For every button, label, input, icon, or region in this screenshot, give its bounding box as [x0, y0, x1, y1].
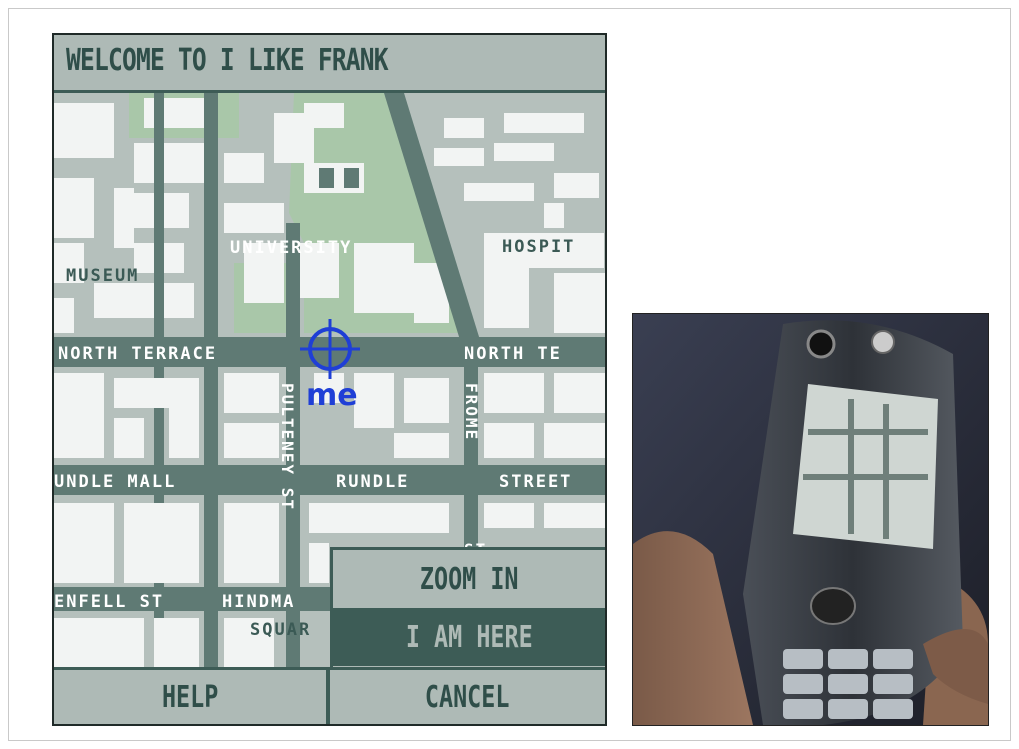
phone-photo-illustration [633, 314, 988, 725]
i-am-here-button[interactable]: I AM HERE [333, 608, 605, 666]
label-rundle-mall: UNDLE MALL [54, 472, 176, 492]
label-university: UNIVERSITY [230, 238, 352, 258]
zoom-in-button[interactable]: ZOOM IN [333, 550, 605, 608]
phone-display [793, 384, 938, 549]
help-button[interactable]: HELP [54, 670, 330, 724]
phone-screen: WELCOME TO I LIKE FRANK UNIVERSITY HOSPI… [52, 33, 607, 726]
logo-icon [871, 330, 895, 354]
label-square: SQUAR [250, 620, 311, 640]
keypad-keys [783, 649, 913, 719]
label-north-terrace: NORTH TERRACE [58, 344, 217, 364]
screen-title: WELCOME TO I LIKE FRANK [66, 43, 389, 78]
label-rundle: RUNDLE [336, 472, 409, 492]
popup-menu: ZOOM IN I AM HERE [330, 547, 605, 667]
title-bar: WELCOME TO I LIKE FRANK [54, 35, 605, 93]
phone-photo [632, 313, 989, 726]
label-pulteney: PULTENEY ST [278, 383, 297, 511]
label-grenfell: ENFELL ST [54, 592, 164, 612]
camera-lens-icon [806, 329, 836, 359]
label-street: STREET [499, 472, 572, 492]
label-museum: MUSEUM [66, 266, 139, 286]
label-hindmarsh: HINDMA [222, 592, 295, 612]
label-north-terrace-east: NORTH TE [464, 344, 562, 364]
softkey-bar: HELP CANCEL [54, 667, 605, 724]
cancel-button[interactable]: CANCEL [330, 670, 605, 724]
nav-key-icon [810, 587, 856, 625]
label-hospital: HOSPIT [502, 237, 575, 257]
label-frome: FROME [462, 383, 481, 441]
me-label: me [306, 378, 358, 413]
